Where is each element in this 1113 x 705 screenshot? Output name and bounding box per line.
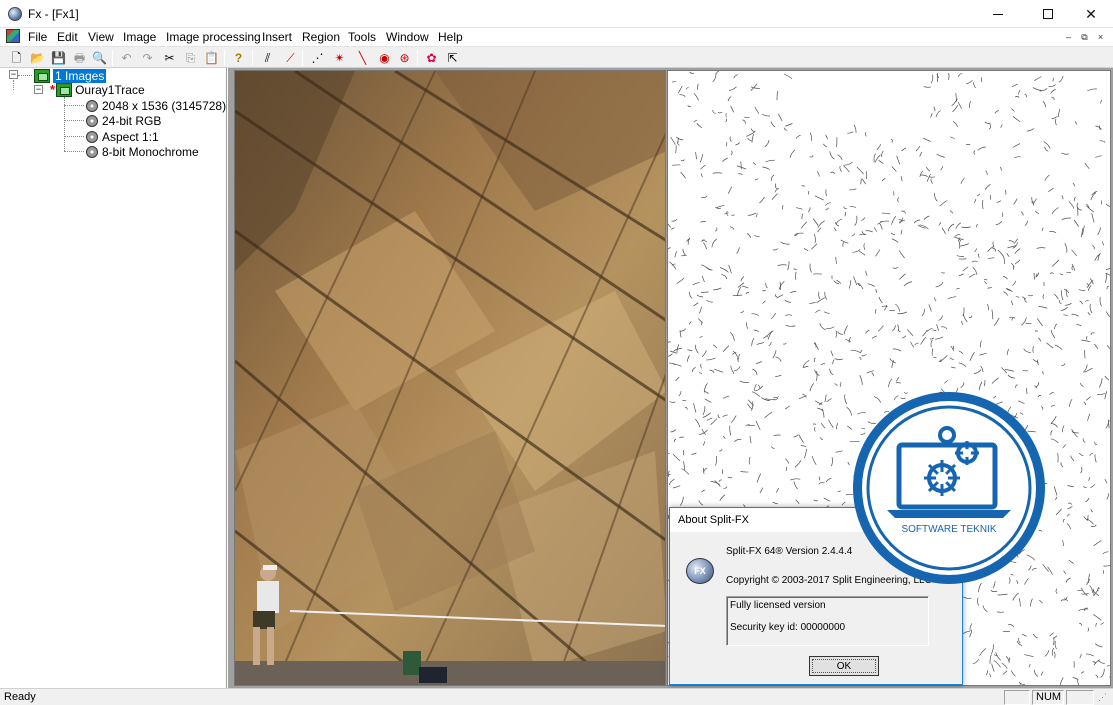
split-fx-logo-icon: FX: [686, 558, 714, 584]
menu-region[interactable]: Region: [302, 30, 340, 44]
trace-tool-icon[interactable]: ⫽: [259, 49, 276, 66]
badge-graphic: SOFTWARE TEKNIK: [853, 392, 1045, 584]
image-icon: [56, 82, 73, 97]
menu-insert[interactable]: Insert: [262, 30, 292, 44]
resize-grip-icon[interactable]: ⋰: [1098, 692, 1107, 703]
modified-marker: *: [50, 82, 56, 97]
select-pointer-icon[interactable]: ⇱: [444, 49, 461, 66]
tree-root-label: 1 Images: [53, 68, 107, 83]
security-key-text: Security key id: 00000000: [730, 622, 846, 633]
ok-button[interactable]: OK: [809, 656, 879, 676]
tree-property-label: Aspect 1:1: [102, 129, 159, 144]
scale-line-icon[interactable]: ╲: [354, 49, 371, 66]
toolbar-separator: [417, 50, 418, 66]
images-folder-icon: [34, 68, 50, 83]
tree-expander-image[interactable]: −: [34, 85, 43, 94]
title-bar: Fx - [Fx1] ✕: [0, 0, 1113, 28]
menu-tools[interactable]: Tools: [348, 30, 376, 44]
menu-image[interactable]: Image: [123, 30, 156, 44]
toolbar-separator: [224, 50, 225, 66]
tree-property-aspect[interactable]: Aspect 1:1: [86, 129, 159, 144]
status-bar: Ready NUM ⋰: [0, 688, 1113, 705]
mdi-document-icon[interactable]: [6, 29, 20, 43]
tree-property-label: 24-bit RGB: [102, 113, 162, 128]
mdi-restore-icon[interactable]: ⧉: [1078, 31, 1091, 43]
app-icon[interactable]: [8, 7, 22, 21]
property-icon: [86, 99, 98, 112]
close-button[interactable]: ✕: [1068, 0, 1113, 28]
menu-bar: File Edit View Image Image processing In…: [0, 28, 1113, 46]
toolbar-separator: [112, 50, 113, 66]
line-tool-icon[interactable]: ⟋: [282, 49, 299, 66]
rock-photo-graphic: [235, 71, 665, 685]
mdi-close-icon[interactable]: ×: [1094, 31, 1107, 43]
property-icon: [86, 130, 98, 143]
tree-property-label: 8-bit Monochrome: [102, 144, 199, 159]
menu-image-processing[interactable]: Image processing: [166, 30, 261, 44]
tree-connector: [18, 75, 32, 76]
tree-connector: [64, 120, 84, 121]
tree-connector: [64, 151, 84, 152]
logo-text: FX: [694, 566, 706, 576]
badge-text: SOFTWARE TEKNIK: [901, 524, 996, 535]
tree-root-node[interactable]: 1 Images: [34, 68, 107, 83]
redo-icon[interactable]: ↷: [139, 49, 156, 66]
software-teknik-badge: SOFTWARE TEKNIK: [847, 390, 1051, 586]
paste-icon[interactable]: 📋: [203, 49, 220, 66]
status-cell-num: NUM: [1032, 690, 1064, 705]
print-icon[interactable]: 🖶: [71, 49, 88, 66]
help-icon[interactable]: ?: [230, 49, 247, 66]
tree-connector: [64, 136, 84, 137]
cut-icon[interactable]: ✂: [161, 49, 178, 66]
menu-file[interactable]: File: [28, 30, 47, 44]
window-title: Fx - [Fx1]: [28, 7, 79, 21]
image-tree-panel: − 1 Images − * Ouray1Trace 2048 x 1536 (…: [0, 68, 227, 688]
minimize-button[interactable]: [975, 0, 1021, 28]
maximize-icon: [1043, 9, 1053, 19]
copy-icon[interactable]: ⎘: [182, 49, 199, 66]
status-cell-caps: [1004, 690, 1030, 705]
save-icon[interactable]: 💾: [50, 49, 67, 66]
tree-connector: [13, 80, 14, 90]
delineate-tool-icon[interactable]: ✴: [331, 49, 348, 66]
close-icon: ✕: [1085, 5, 1097, 22]
status-text: Ready: [4, 691, 36, 703]
tree-property-mono[interactable]: 8-bit Monochrome: [86, 144, 199, 159]
open-icon[interactable]: 📂: [29, 49, 46, 66]
fragment-tool-icon[interactable]: ⋰: [309, 49, 326, 66]
colors-icon[interactable]: ✿: [423, 49, 440, 66]
license-text: Fully licensed version: [730, 600, 826, 611]
tree-image-label: Ouray1Trace: [75, 82, 145, 97]
rock-photo-image[interactable]: [234, 70, 666, 686]
status-cell-scroll: [1066, 690, 1094, 705]
toolbar-separator: [252, 50, 253, 66]
tree-property-dimensions[interactable]: 2048 x 1536 (3145728): [86, 98, 226, 113]
tree-connector: [64, 105, 84, 106]
tree-expander-root[interactable]: −: [9, 70, 18, 79]
no-entry-icon[interactable]: ⊛: [396, 49, 413, 66]
property-icon: [86, 145, 98, 158]
toolbar: 🗋 📂 💾 🖶 🔍 ↶ ↷ ✂ ⎘ 📋 ? ⫽ ⟋ ⋰ ✴ ╲ ◉ ⊛ ✿ ⇱: [0, 46, 1113, 68]
tree-property-label: 2048 x 1536 (3145728): [102, 98, 227, 113]
license-info-box: Fully licensed version Security key id: …: [726, 596, 929, 646]
dialog-title: About Split-FX: [678, 514, 749, 526]
property-icon: [86, 114, 98, 127]
menu-edit[interactable]: Edit: [57, 30, 78, 44]
menu-window[interactable]: Window: [386, 30, 429, 44]
minimize-icon: [993, 13, 1003, 15]
tree-property-bitdepth[interactable]: 24-bit RGB: [86, 113, 161, 128]
mdi-minimize-icon[interactable]: –: [1062, 31, 1075, 43]
menu-view[interactable]: View: [88, 30, 114, 44]
new-icon[interactable]: 🗋: [8, 49, 25, 66]
print-preview-icon[interactable]: 🔍: [91, 49, 108, 66]
tree-image-node[interactable]: * Ouray1Trace: [50, 82, 145, 97]
version-text: Split-FX 64® Version 2.4.4.4: [726, 546, 853, 557]
undo-icon[interactable]: ↶: [118, 49, 135, 66]
menu-help[interactable]: Help: [438, 30, 463, 44]
toolbar-separator: [302, 50, 303, 66]
maximize-button[interactable]: [1025, 0, 1071, 28]
region-tool-icon[interactable]: ◉: [376, 49, 393, 66]
